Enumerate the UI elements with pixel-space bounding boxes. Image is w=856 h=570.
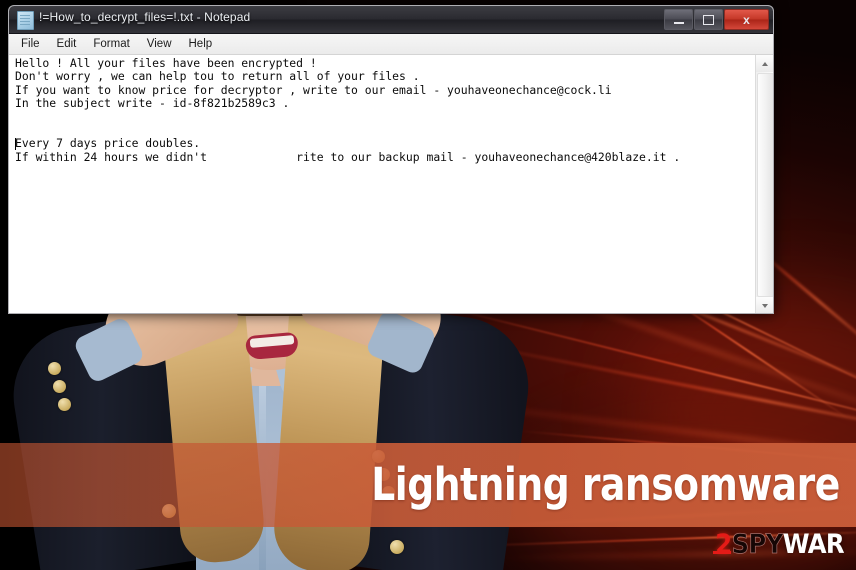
close-button[interactable]: x (724, 9, 769, 30)
notepad-text-area[interactable]: Hello ! All your files have been encrypt… (9, 55, 773, 313)
menu-item-view[interactable]: View (147, 38, 172, 50)
ransom-note-text: Hello ! All your files have been encrypt… (15, 56, 681, 164)
text-caret (15, 138, 16, 150)
logo-part-2: 2 (713, 529, 732, 560)
notepad-title-bar[interactable]: !=How_to_decrypt_files=!.txt - Notepad x (9, 6, 773, 34)
window-title: !=How_to_decrypt_files=!.txt - Notepad (39, 10, 251, 24)
scrollbar-thumb[interactable] (757, 73, 773, 297)
notepad-window[interactable]: !=How_to_decrypt_files=!.txt - Notepad x… (8, 5, 774, 314)
vertical-scrollbar[interactable] (755, 55, 773, 313)
maximize-button[interactable] (694, 9, 723, 30)
screenshot-stage: !=How_to_decrypt_files=!.txt - Notepad x… (0, 0, 856, 570)
notepad-menu-bar[interactable]: File Edit Format View Help (9, 34, 773, 55)
notepad-document-icon (17, 11, 34, 30)
window-controls[interactable]: x (664, 9, 769, 30)
menu-item-file[interactable]: File (21, 38, 40, 50)
minimize-button[interactable] (664, 9, 693, 30)
menu-item-help[interactable]: Help (189, 38, 213, 50)
scroll-up-arrow[interactable] (756, 55, 773, 72)
menu-item-edit[interactable]: Edit (57, 38, 77, 50)
2spyware-logo[interactable]: 2 SPY WAR (713, 529, 845, 560)
logo-part-spy: SPY (731, 529, 783, 560)
banner-title-text: Lightning ransomware (371, 458, 840, 511)
menu-item-format[interactable]: Format (93, 38, 129, 50)
scroll-down-arrow[interactable] (756, 297, 773, 313)
logo-part-war: WAR (782, 529, 845, 560)
